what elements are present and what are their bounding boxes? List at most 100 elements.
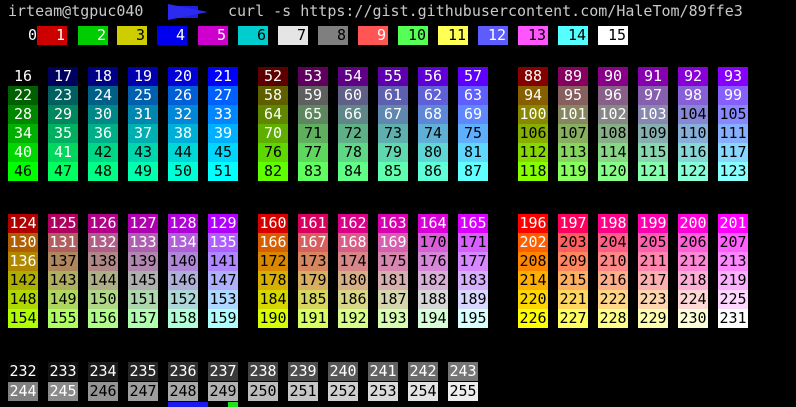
color-swatch-179: 179	[298, 271, 328, 290]
color-swatch-180: 180	[338, 271, 368, 290]
color-swatch-107: 107	[558, 124, 588, 143]
color-swatch-223: 223	[638, 290, 668, 309]
color-swatch-98: 98	[678, 86, 708, 105]
color-swatch-134: 134	[168, 233, 198, 252]
color-swatch-100: 100	[518, 105, 548, 124]
color-swatch-219: 219	[718, 271, 748, 290]
color-swatch-115: 115	[638, 143, 668, 162]
color-swatch-55: 55	[378, 67, 408, 86]
color-swatch-94: 94	[518, 86, 548, 105]
color-swatch-242: 242	[408, 362, 438, 381]
color-swatch-30: 30	[88, 105, 118, 124]
color-swatch-123: 123	[718, 162, 748, 181]
color-swatch-90: 90	[598, 67, 628, 86]
color-swatch-198: 198	[598, 214, 628, 233]
color-swatch-120: 120	[598, 162, 628, 181]
color-swatch-143: 143	[48, 271, 78, 290]
color-swatch-210: 210	[598, 252, 628, 271]
color-swatch-86: 86	[418, 162, 448, 181]
color-swatch-16: 16	[8, 67, 38, 86]
color-swatch-47: 47	[48, 162, 78, 181]
color-swatch-209: 209	[558, 252, 588, 271]
color-swatch-148: 148	[8, 290, 38, 309]
color-swatch-152: 152	[168, 290, 198, 309]
color-swatch-248: 248	[168, 382, 198, 401]
color-swatch-145: 145	[128, 271, 158, 290]
color-swatch-104: 104	[678, 105, 708, 124]
color-swatch-233: 233	[48, 362, 78, 381]
color-swatch-169: 169	[378, 233, 408, 252]
color-swatch-101: 101	[558, 105, 588, 124]
color-swatch-177: 177	[458, 252, 488, 271]
color-swatch-70: 70	[258, 124, 288, 143]
color-swatch-39: 39	[208, 124, 238, 143]
color-swatch-144: 144	[88, 271, 118, 290]
color-swatch-65: 65	[298, 105, 328, 124]
color-swatch-29: 29	[48, 105, 78, 124]
color-swatch-40: 40	[8, 143, 38, 162]
color-swatch-68: 68	[418, 105, 448, 124]
color-swatch-12: 12	[478, 26, 508, 45]
color-swatch-116: 116	[678, 143, 708, 162]
color-swatch-51: 51	[208, 162, 238, 181]
color-swatch-54: 54	[338, 67, 368, 86]
color-swatch-28: 28	[8, 105, 38, 124]
color-swatch-208: 208	[518, 252, 548, 271]
color-swatch-122: 122	[678, 162, 708, 181]
color-swatch-229: 229	[638, 309, 668, 328]
color-swatch-160: 160	[258, 214, 288, 233]
color-swatch-130: 130	[8, 233, 38, 252]
color-swatch-188: 188	[418, 290, 448, 309]
color-swatch-121: 121	[638, 162, 668, 181]
color-swatch-72: 72	[338, 124, 368, 143]
prompt-user-host: irteam@tgpuc040	[8, 2, 144, 20]
color-swatch-108: 108	[598, 124, 628, 143]
prompt-arrow-icon	[168, 4, 208, 20]
color-swatch-71: 71	[298, 124, 328, 143]
color-swatch-4: 4	[157, 26, 187, 45]
color-swatch-124: 124	[8, 214, 38, 233]
color-swatch-142: 142	[8, 271, 38, 290]
color-swatch-35: 35	[48, 124, 78, 143]
color-swatch-165: 165	[458, 214, 488, 233]
color-swatch-185: 185	[298, 290, 328, 309]
color-swatch-77: 77	[298, 143, 328, 162]
color-swatch-0: 0	[27, 26, 37, 44]
cursor-bar-green	[228, 402, 238, 407]
color-swatch-75: 75	[458, 124, 488, 143]
color-swatch-174: 174	[338, 252, 368, 271]
color-swatch-218: 218	[678, 271, 708, 290]
color-swatch-237: 237	[208, 362, 238, 381]
color-swatch-140: 140	[168, 252, 198, 271]
color-swatch-193: 193	[378, 309, 408, 328]
color-swatch-9: 9	[358, 26, 388, 45]
color-swatch-221: 221	[558, 290, 588, 309]
color-swatch-224: 224	[678, 290, 708, 309]
color-swatch-239: 239	[288, 362, 318, 381]
color-swatch-170: 170	[418, 233, 448, 252]
color-swatch-214: 214	[518, 271, 548, 290]
color-swatch-211: 211	[638, 252, 668, 271]
color-swatch-74: 74	[418, 124, 448, 143]
color-swatch-3: 3	[117, 26, 147, 45]
color-swatch-235: 235	[128, 362, 158, 381]
color-swatch-243: 243	[448, 362, 478, 381]
color-swatch-195: 195	[458, 309, 488, 328]
color-swatch-52: 52	[258, 67, 288, 86]
color-swatch-56: 56	[418, 67, 448, 86]
color-swatch-244: 244	[8, 382, 38, 401]
color-swatch-251: 251	[288, 382, 318, 401]
color-swatch-102: 102	[598, 105, 628, 124]
color-swatch-1: 1	[37, 26, 67, 45]
color-swatch-132: 132	[88, 233, 118, 252]
color-swatch-136: 136	[8, 252, 38, 271]
color-swatch-126: 126	[88, 214, 118, 233]
color-swatch-231: 231	[718, 309, 748, 328]
color-swatch-133: 133	[128, 233, 158, 252]
color-swatch-119: 119	[558, 162, 588, 181]
color-swatch-50: 50	[168, 162, 198, 181]
color-swatch-162: 162	[338, 214, 368, 233]
color-swatch-191: 191	[298, 309, 328, 328]
prompt-command: curl -s https://gist.githubusercontent.c…	[228, 2, 743, 20]
color-swatch-32: 32	[168, 105, 198, 124]
